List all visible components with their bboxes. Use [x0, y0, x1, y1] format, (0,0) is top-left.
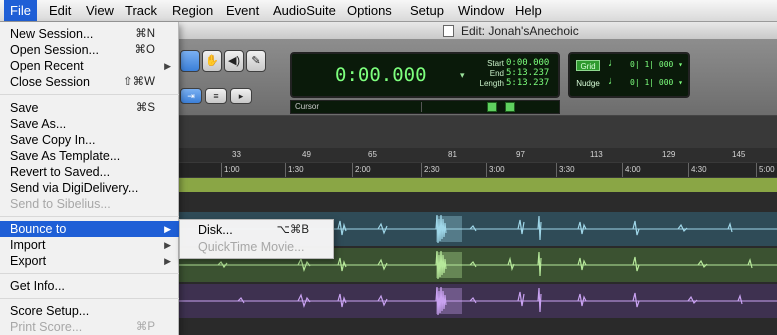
menu-item-import[interactable]: Import ▶: [0, 237, 179, 253]
submenu-arrow-icon: ▶: [164, 256, 171, 266]
submenu-item-quicktime-movie: QuickTime Movie...: [198, 240, 305, 254]
grid-button[interactable]: Grid: [576, 60, 600, 71]
menu-item-open-recent[interactable]: Open Recent ▶: [0, 58, 179, 74]
nudge-value[interactable]: 0| 1| 000 ▾: [630, 78, 683, 87]
waveform-track-3: [178, 286, 777, 316]
menu-event[interactable]: Event: [226, 0, 259, 21]
main-counter-value: 0:00.000: [335, 64, 427, 86]
submenu-arrow-icon: ▶: [164, 224, 171, 234]
time-tick: 5:00: [759, 165, 775, 174]
link-timeline-button[interactable]: ≡: [205, 88, 227, 104]
menu-item-close-session[interactable]: Close Session ⇧⌘W: [0, 74, 179, 90]
menu-separator: [0, 298, 179, 299]
time-tick: 1:00: [224, 165, 240, 174]
bar-tick: 129: [662, 150, 676, 159]
menu-item-save-copy-in[interactable]: Save Copy In...: [0, 132, 179, 148]
menu-separator: [0, 94, 179, 95]
menu-window[interactable]: Window: [458, 0, 504, 21]
bounce-to-submenu: Disk... ⌥⌘B QuickTime Movie...: [179, 219, 334, 259]
document-icon: [443, 25, 454, 37]
menu-item-send-via-digidelivery[interactable]: Send via DigiDelivery...: [0, 180, 179, 196]
audio-track-3[interactable]: [178, 284, 777, 318]
menu-item-send-to-sibelius: Send to Sibelius...: [10, 197, 111, 211]
speaker-scrub-icon[interactable]: ◀): [224, 50, 244, 72]
chevron-down-icon[interactable]: ▾: [460, 70, 465, 81]
menu-item-save-as-template[interactable]: Save As Template...: [0, 148, 179, 164]
pre-post-roll-icon[interactable]: [487, 102, 497, 112]
time-tick: 2:30: [424, 165, 440, 174]
end-value[interactable]: 5:13.237: [506, 68, 549, 78]
time-tick: 4:00: [625, 165, 641, 174]
pencil-tool-icon[interactable]: ✎: [246, 50, 266, 72]
submenu-arrow-icon: ▶: [164, 61, 171, 71]
start-label: Start: [487, 59, 504, 68]
menu-options[interactable]: Options: [347, 0, 392, 21]
zoomer-tool-button[interactable]: [180, 50, 200, 72]
menu-edit[interactable]: Edit: [49, 0, 71, 21]
time-tick: 3:00: [489, 165, 505, 174]
link-selection-icon[interactable]: [505, 102, 515, 112]
menu-track[interactable]: Track: [125, 0, 157, 21]
grid-nudge-panel: Grid ♩ 0| 1| 000 ▾ Nudge ♩ 0| 1| 000 ▾: [568, 52, 690, 98]
menu-region[interactable]: Region: [172, 0, 213, 21]
start-value[interactable]: 0:00.000: [506, 58, 549, 68]
window-title: Edit: Jonah'sAnechoic: [461, 24, 579, 38]
quarter-note-icon: ♩: [608, 57, 619, 69]
submenu-item-disk[interactable]: Disk... ⌥⌘B: [180, 222, 335, 238]
menu-item-export[interactable]: Export ▶: [0, 253, 179, 269]
menu-item-new-session[interactable]: New Session... ⌘N: [0, 26, 179, 42]
length-value[interactable]: 5:13.237: [506, 78, 549, 88]
time-tick: 2:00: [355, 165, 371, 174]
menu-separator: [0, 216, 179, 217]
bar-tick: 81: [448, 150, 457, 159]
end-label: End: [489, 69, 504, 78]
menu-setup[interactable]: Setup: [410, 0, 444, 21]
time-tick: 3:30: [559, 165, 575, 174]
link-track-button[interactable]: ▸: [230, 88, 252, 104]
menu-item-save-as[interactable]: Save As...: [0, 116, 179, 132]
bar-tick: 49: [302, 150, 311, 159]
menu-file[interactable]: File: [4, 0, 37, 21]
bar-tick: 113: [590, 150, 603, 159]
time-tick: 1:30: [288, 165, 304, 174]
markers-ruler[interactable]: [178, 178, 777, 192]
length-label: Length: [479, 79, 504, 88]
main-counter[interactable]: 0:00.000 ▾ Start 0:00.000 End 5:13.237 L…: [290, 52, 560, 98]
menu-item-save[interactable]: Save ⌘S: [0, 100, 179, 116]
tab-to-transient-button[interactable]: ⇥: [180, 88, 202, 104]
bar-tick: 97: [516, 150, 525, 159]
menu-bar: File Edit View Track Region Event AudioS…: [0, 0, 777, 22]
menu-audiosuite[interactable]: AudioSuite: [273, 0, 336, 21]
timeline-rulers: 33 49 65 81 97 113 129 145 1:00 1:30 2:0…: [178, 116, 777, 192]
menu-item-open-session[interactable]: Open Session... ⌘O: [0, 42, 179, 58]
bar-tick: 145: [732, 150, 746, 159]
menu-item-bounce-to[interactable]: Bounce to ▶: [0, 221, 179, 237]
cursor-display: Cursor: [290, 100, 560, 114]
menu-separator: [0, 273, 179, 274]
time-tick: 4:30: [691, 165, 707, 174]
bar-tick: 65: [368, 150, 377, 159]
minsecs-ruler[interactable]: 1:00 1:30 2:00 2:30 3:00 3:30 4:00 4:30 …: [178, 163, 777, 177]
menu-view[interactable]: View: [86, 0, 114, 21]
quarter-note-icon: ♩: [608, 75, 619, 87]
grabber-hand-icon[interactable]: ✋: [202, 50, 222, 72]
nudge-label: Nudge: [576, 79, 600, 88]
menu-item-score-setup[interactable]: Score Setup...: [0, 303, 179, 319]
bars-beats-ruler[interactable]: 33 49 65 81 97 113 129 145: [178, 148, 777, 162]
edit-window-titlebar[interactable]: Edit: Jonah'sAnechoic: [178, 22, 777, 40]
cursor-label: Cursor: [295, 102, 320, 111]
bar-tick: 33: [232, 150, 241, 159]
edit-toolbar: ✋ ◀) ✎ ⇥ ≡ ▸ 0:00.000 ▾ Start 0:00.000 E…: [178, 40, 777, 116]
menu-item-revert-to-saved[interactable]: Revert to Saved...: [0, 164, 179, 180]
file-menu-dropdown: New Session... ⌘N Open Session... ⌘O Open …: [0, 22, 179, 335]
menu-item-get-info[interactable]: Get Info...: [0, 278, 179, 294]
submenu-arrow-icon: ▶: [164, 240, 171, 250]
menu-help[interactable]: Help: [515, 0, 542, 21]
menu-item-print-score: Print Score... ⌘P: [10, 320, 155, 334]
cursor-divider: [421, 102, 422, 112]
grid-value[interactable]: 0| 1| 000 ▾: [630, 60, 683, 69]
